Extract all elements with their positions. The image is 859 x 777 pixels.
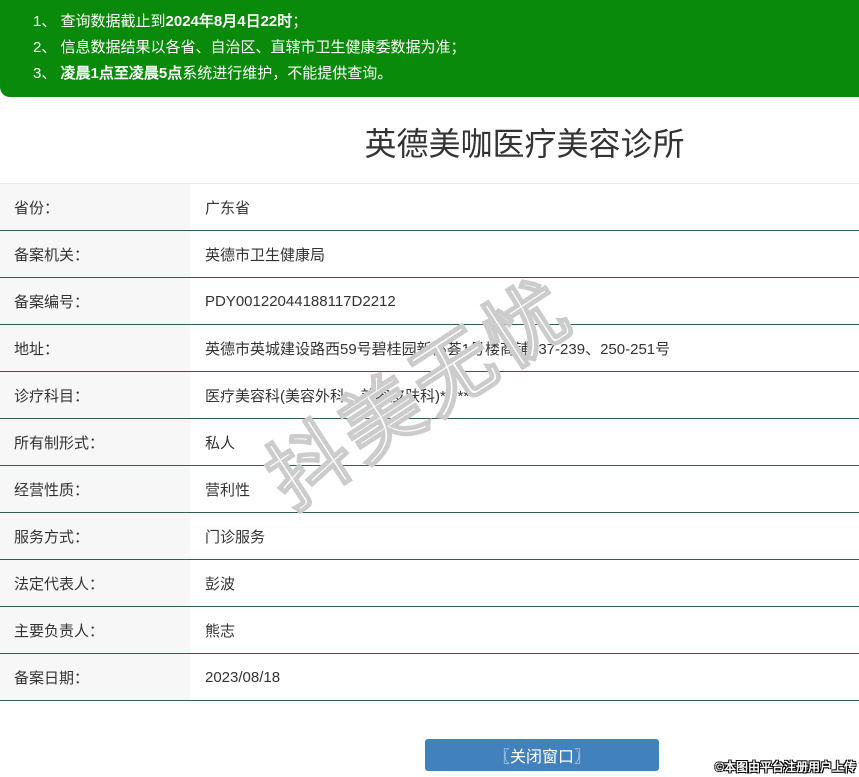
upload-credit-text: ©本图由平台注册用户上传 xyxy=(715,760,856,774)
row-value: PDY00122044188117D2212 xyxy=(205,292,396,310)
row-value: 私人 xyxy=(205,434,236,452)
table-row-filing-date: 备案日期： 2023/08/18 xyxy=(0,654,859,701)
table-row-ownership-form: 所有制形式： 私人 xyxy=(0,419,859,466)
notice-line-number: 1、 xyxy=(33,13,57,30)
row-label: 备案日期： xyxy=(0,654,190,700)
notice-line-3: 3、 凌晨1点至凌晨5点系统进行维护，不能提供查询。 xyxy=(33,61,839,87)
table-row-principal: 主要负责人： 熊志 xyxy=(0,607,859,654)
close-window-button[interactable]: 〖关闭窗口〗 xyxy=(425,739,659,771)
row-value: 广东省 xyxy=(205,199,251,217)
notice-line-number: 2、 xyxy=(33,39,57,56)
table-row-province: 省份： 广东省 xyxy=(0,184,859,231)
table-row-service-mode: 服务方式： 门诊服务 xyxy=(0,513,859,560)
info-table: 省份： 广东省 备案机关： 英德市卫生健康局 备案编号： PDY00122044… xyxy=(0,183,859,701)
table-row-filing-number: 备案编号： PDY00122044188117D2212 xyxy=(0,278,859,325)
table-row-address: 地址： 英德市英城建设路西59号碧桂园新都荟1号楼商铺237-239、250-2… xyxy=(0,325,859,372)
row-label: 所有制形式： xyxy=(0,419,190,465)
notice-text: 信息数据结果以各省、自治区、直辖市卫生健康委数据为准； xyxy=(60,39,466,56)
row-label: 地址： xyxy=(0,325,190,371)
row-label: 备案机关： xyxy=(0,231,190,277)
row-value: 彭波 xyxy=(205,575,236,593)
notice-line-2: 2、 信息数据结果以各省、自治区、直辖市卫生健康委数据为准； xyxy=(33,35,839,61)
notice-text-bold: 2024年8月4日22时 xyxy=(165,13,293,30)
notice-text-bold: 凌晨1点至凌晨5点 xyxy=(60,65,183,82)
table-row-filing-authority: 备案机关： 英德市卫生健康局 xyxy=(0,231,859,278)
row-value: 医疗美容科(美容外科、美容皮肤科)****** xyxy=(205,387,476,405)
notice-banner: 1、 查询数据截止到2024年8月4日22时； 2、 信息数据结果以各省、自治区… xyxy=(0,0,859,97)
row-value: 2023/08/18 xyxy=(205,668,281,686)
page-title: 英德美咖医疗美容诊所 xyxy=(364,126,685,162)
row-label: 法定代表人： xyxy=(0,560,190,606)
row-value: 英德市英城建设路西59号碧桂园新都荟1号楼商铺237-239、250-251号 xyxy=(205,340,671,358)
table-row-treatment-subjects: 诊疗科目： 医疗美容科(美容外科、美容皮肤科)****** xyxy=(0,372,859,419)
title-area: 英德美咖医疗美容诊所 xyxy=(0,123,859,165)
row-value: 英德市卫生健康局 xyxy=(205,246,326,264)
row-value: 门诊服务 xyxy=(205,528,266,546)
row-label: 经营性质： xyxy=(0,466,190,512)
notice-text: ； xyxy=(292,13,308,30)
row-label: 省份： xyxy=(0,184,190,230)
notice-line-1: 1、 查询数据截止到2024年8月4日22时； xyxy=(33,9,839,35)
row-label: 诊疗科目： xyxy=(0,372,190,418)
row-label: 主要负责人： xyxy=(0,607,190,653)
row-label: 服务方式： xyxy=(0,513,190,559)
notice-text: 系统进行维护，不能提供查询。 xyxy=(182,65,393,82)
table-row-legal-representative: 法定代表人： 彭波 xyxy=(0,560,859,607)
table-row-business-nature: 经营性质： 营利性 xyxy=(0,466,859,513)
row-value: 营利性 xyxy=(205,481,251,499)
row-value: 熊志 xyxy=(205,622,236,640)
notice-line-number: 3、 xyxy=(33,65,57,82)
notice-text: 查询数据截止到 xyxy=(60,13,166,30)
row-label: 备案编号： xyxy=(0,278,190,324)
